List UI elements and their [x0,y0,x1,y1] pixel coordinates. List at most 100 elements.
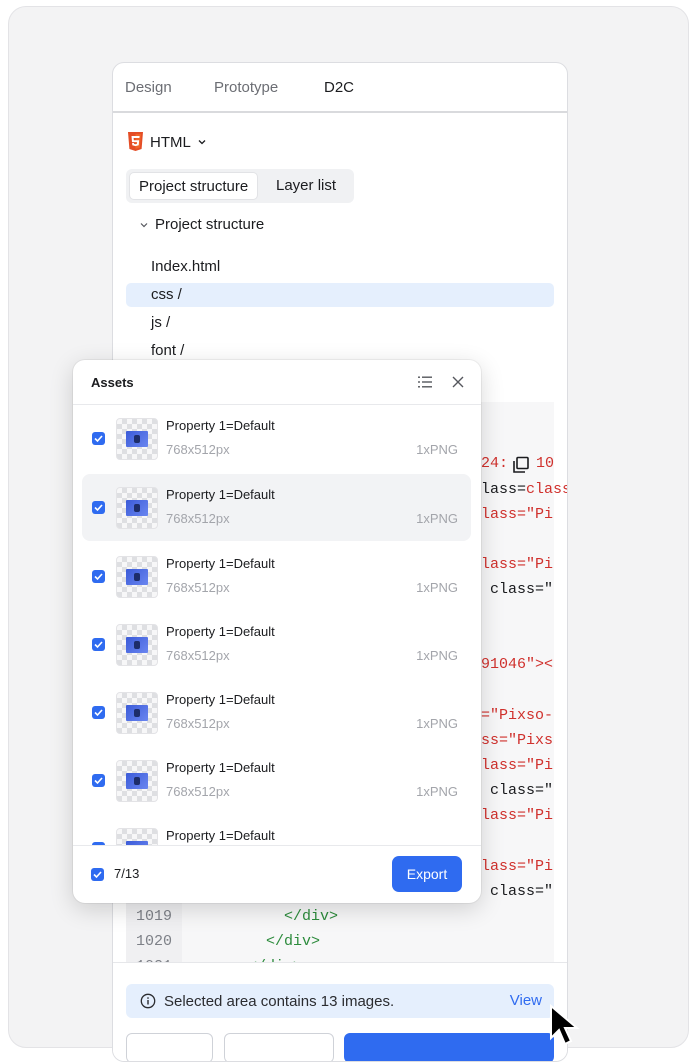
asset-name: Property 1=Default [166,828,275,843]
code-closing-tag: </div> [284,908,339,925]
copy-icon[interactable] [512,456,530,474]
asset-format: 1xPNG [416,442,458,457]
asset-size: 768x512px [166,442,230,457]
asset-checkbox[interactable] [92,432,105,445]
code-fragment: _91046">< [472,656,554,673]
code-line: class="Pi [472,757,553,774]
asset-checkbox[interactable] [92,570,105,583]
code-fragment: " class=" [472,581,554,598]
close-icon[interactable] [451,375,465,389]
html5-icon [128,132,143,151]
select-all-checkbox[interactable] [91,868,104,881]
selection-count: 7/13 [114,866,140,881]
line-number: 1020 [136,933,173,950]
asset-row[interactable]: Property 1=Default 768x512px 1xPNG [82,543,471,610]
check-icon [93,871,102,879]
asset-checkbox[interactable] [92,501,105,514]
assets-footer: 7/13 Export [73,845,481,903]
asset-size: 768x512px [166,784,230,799]
code-line: ass="Pixs [472,732,553,749]
code-line: " class=" [472,782,553,799]
code-fragment: " class=" [472,782,554,799]
asset-thumbnail [116,624,158,666]
language-select[interactable]: HTML [127,131,207,153]
tab-design[interactable]: Design [125,79,172,96]
tree-item-index-html[interactable]: Index.html [126,255,554,279]
segment-project-structure[interactable]: Project structure [129,172,259,200]
asset-name: Property 1=Default [166,556,275,571]
asset-size: 768x512px [166,580,230,595]
check-icon [94,504,103,512]
check-icon [94,777,103,785]
list-icon[interactable] [417,374,433,390]
asset-size: 768x512px [166,511,230,526]
code-line: " class=" [472,581,553,598]
code-line: class="Pi [472,506,553,523]
check-icon [94,435,103,443]
asset-format: 1xPNG [416,648,458,663]
asset-thumbnail [116,828,158,845]
asset-checkbox[interactable] [92,638,105,651]
asset-row[interactable]: Property 1=Default 768x512px 1xPNG [82,474,471,541]
info-text: Selected area contains 13 images. [164,992,395,1010]
tab-prototype[interactable]: Prototype [214,79,278,96]
code-line: class="Pi [472,858,553,875]
asset-thumbnail [116,692,158,734]
tree-item-js[interactable]: js / [126,311,554,335]
asset-name: Property 1=Default [166,418,275,433]
line-number: 1019 [136,908,173,925]
asset-format: 1xPNG [416,716,458,731]
view-link[interactable]: View [510,992,542,1009]
asset-list: Property 1=Default 768x512px 1xPNG Prope… [73,405,481,845]
asset-row[interactable]: Property 1=Default 768x512px 1xPNG [82,747,471,814]
code-fragment: class="Pi [472,556,554,573]
tree-item-css[interactable]: css / [126,283,554,307]
code-line: s="Pixso- [472,707,553,724]
footer-button[interactable] [126,1033,213,1061]
assets-header: Assets [73,360,481,405]
chevron-down-icon [140,222,148,227]
asset-format: 1xPNG [416,580,458,595]
asset-name: Property 1=Default [166,624,275,639]
footer-button[interactable] [224,1033,334,1061]
export-button[interactable]: Export [392,856,462,892]
code-fragment: class="Pi [472,807,554,824]
tree-header-label: Project structure [155,216,265,233]
language-label: HTML [150,133,191,151]
mouse-cursor-icon [550,1004,580,1046]
code-fragment: class="Pi [526,481,567,498]
asset-checkbox[interactable] [92,706,105,719]
code-closing-tag: </div> [266,933,321,950]
code-fragment: class="Pi [472,858,554,875]
code-line: class=class="Pi [472,481,567,498]
view-segmented-control: Project structure Layer list [126,169,354,203]
code-fragment: ass="Pixs [472,732,554,749]
code-fragment: class="Pi [472,506,554,523]
asset-row[interactable]: Property 1=Default 768x512px 1xPNG [82,679,471,746]
info-banner: Selected area contains 13 images. View [126,984,554,1018]
check-icon [94,709,103,717]
tab-d2c[interactable]: D2C [324,79,354,96]
asset-row[interactable]: Property 1=Default [82,815,471,845]
asset-row[interactable]: Property 1=Default 768x512px 1xPNG [82,405,471,472]
check-icon [94,573,103,581]
asset-checkbox[interactable] [92,774,105,787]
asset-row[interactable]: Property 1=Default 768x512px 1xPNG [82,611,471,678]
asset-thumbnail [116,760,158,802]
asset-format: 1xPNG [416,784,458,799]
asset-name: Property 1=Default [166,760,275,775]
segment-layer-list[interactable]: Layer list [267,172,345,200]
asset-thumbnail [116,556,158,598]
tree-header[interactable]: Project structure [139,216,264,233]
panel-tabs: Design Prototype D2C [113,63,567,113]
asset-format: 1xPNG [416,511,458,526]
check-icon [94,641,103,649]
assets-popover: Assets Property 1=Default 768x512px 1xPN… [73,360,481,903]
chevron-down-icon [198,140,206,145]
asset-size: 768x512px [166,648,230,663]
code-line: _91046">< [472,656,553,673]
asset-name: Property 1=Default [166,487,275,502]
footer-primary-button[interactable] [344,1033,554,1061]
code-line: class="Pi [472,807,553,824]
asset-name: Property 1=Default [166,692,275,707]
